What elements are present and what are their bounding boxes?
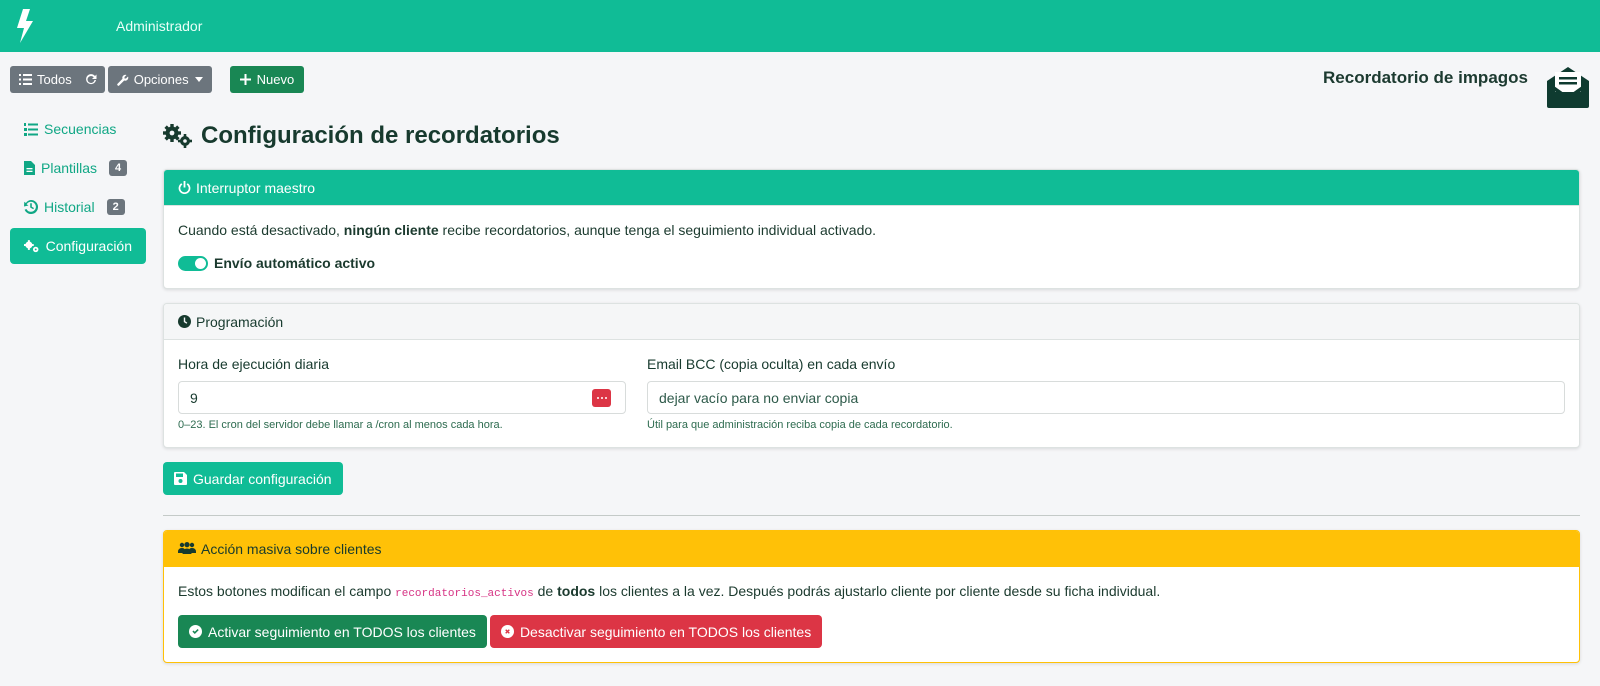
description-text: de [533,583,558,599]
card-header: Acción masiva sobre clientes [164,531,1579,567]
bcc-col: Email BCC (copia oculta) en cada envío Ú… [647,356,1565,431]
bolt-logo-icon[interactable] [14,9,36,43]
list-ol-icon [24,122,38,136]
master-switch-card: Interruptor maestro Cuando está desactiv… [163,169,1580,289]
description-text: los clientes a la vez. Después podrás aj… [595,583,1161,599]
bcc-help: Útil para que administración reciba copi… [647,419,953,431]
bulk-action-card: Acción masiva sobre clientes Estos boton… [163,530,1580,663]
hour-label: Hora de ejecución diaria [178,356,329,372]
save-config-label: Guardar configuración [193,470,332,487]
bcc-label: Email BCC (copia oculta) en cada envío [647,356,896,372]
card-body: Cuando está desactivado, ningún cliente … [164,206,1579,288]
power-icon [178,181,191,194]
plus-icon [239,74,251,85]
hour-input[interactable] [190,389,614,406]
description-bold: todos [557,583,596,599]
card-header: Interruptor maestro [164,170,1579,206]
sidebar-item-configuracion[interactable]: Configuración [10,228,146,264]
auto-send-toggle-row: Envío automático activo [178,255,1565,271]
auto-send-toggle[interactable] [178,255,208,271]
description-text: Estos botones modifican el campo [178,583,396,599]
file-icon [24,161,35,175]
password-manager-icon[interactable] [592,389,611,407]
sidebar-item-label: Historial [44,199,95,215]
hour-col: Hora de ejecución diaria 0–23. El cron d… [178,356,626,431]
top-navbar: Administrador [0,0,1600,52]
user-name[interactable]: Administrador [116,18,202,34]
activate-all-label: Activar seguimiento en TODOS los cliente… [208,623,476,640]
options-label: Opciones [133,72,189,87]
x-circle-icon [500,625,514,638]
card-header-title: Acción masiva sobre clientes [201,540,382,557]
history-icon [24,200,38,214]
hour-help: 0–23. El cron del servidor debe llamar a… [178,419,503,431]
bcc-email-input[interactable] [659,389,1553,406]
deactivate-all-label: Desactivar seguimiento en TODOS los clie… [519,623,812,640]
sidebar-item-label: Configuración [45,238,132,254]
count-badge: 4 [109,160,128,176]
toolbar: Todos Opciones Nuevo [10,66,305,93]
list-icon [19,74,32,85]
card-header: Programación [164,304,1579,340]
wrench-icon [116,74,128,86]
refresh-button[interactable] [80,66,105,93]
auto-send-toggle-label[interactable]: Envío automático activo [214,255,375,271]
bcc-field [647,381,1565,414]
chevron-down-icon [194,77,203,82]
gears-icon [24,239,39,252]
bulk-description: Estos botones modifican el campo recorda… [178,583,1565,600]
sidebar-item-secuencias[interactable]: Secuencias [10,111,146,147]
count-badge: 2 [106,199,125,215]
all-button-label: Todos [37,72,72,87]
card-body: Estos botones modifican el campo recorda… [164,567,1579,662]
floppy-disk-icon [174,472,187,485]
refresh-icon [85,73,97,84]
sidebar: Secuencias Plantillas 4 Historial 2 Conf… [10,111,146,267]
section-divider [163,515,1580,516]
options-dropdown[interactable]: Opciones [107,66,212,93]
sidebar-item-label: Secuencias [44,121,117,137]
field-name-code: recordatorios_activos [395,588,534,600]
page-title-text: Configuración de recordatorios [201,122,560,149]
save-config-button[interactable]: Guardar configuración [163,462,343,495]
gears-icon [163,124,192,148]
hour-field [178,381,626,414]
description-text: recibe recordatorios, aunque tenga el se… [438,222,877,238]
card-header-title: Interruptor maestro [196,179,316,196]
card-header-title: Programación [196,313,284,330]
clock-icon [178,315,191,328]
sidebar-item-plantillas[interactable]: Plantillas 4 [10,150,146,186]
new-button-label: Nuevo [256,72,295,87]
schedule-form-row: Hora de ejecución diaria 0–23. El cron d… [178,356,1565,431]
page-title: Configuración de recordatorios [163,118,1580,154]
master-switch-description: Cuando está desactivado, ningún cliente … [178,222,1565,238]
check-circle-icon [189,625,202,638]
main-content: Configuración de recordatorios Interrupt… [163,118,1580,663]
schedule-card: Programación Hora de ejecución diaria 0–… [163,303,1580,448]
activate-all-button[interactable]: Activar seguimiento en TODOS los cliente… [178,615,487,648]
new-button[interactable]: Nuevo [229,66,305,93]
module-title: Recordatorio de impagos [1323,68,1528,87]
envelope-open-text-icon [1547,67,1589,108]
sidebar-item-label: Plantillas [41,160,98,176]
bulk-buttons: Activar seguimiento en TODOS los cliente… [178,615,1565,648]
sidebar-item-historial[interactable]: Historial 2 [10,189,146,225]
all-button[interactable]: Todos [10,66,81,93]
description-bold: ningún cliente [343,222,439,238]
deactivate-all-button[interactable]: Desactivar seguimiento en TODOS los clie… [489,615,823,648]
description-text: Cuando está desactivado, [178,222,344,238]
users-gear-icon [178,542,196,554]
card-body: Hora de ejecución diaria 0–23. El cron d… [164,340,1579,447]
